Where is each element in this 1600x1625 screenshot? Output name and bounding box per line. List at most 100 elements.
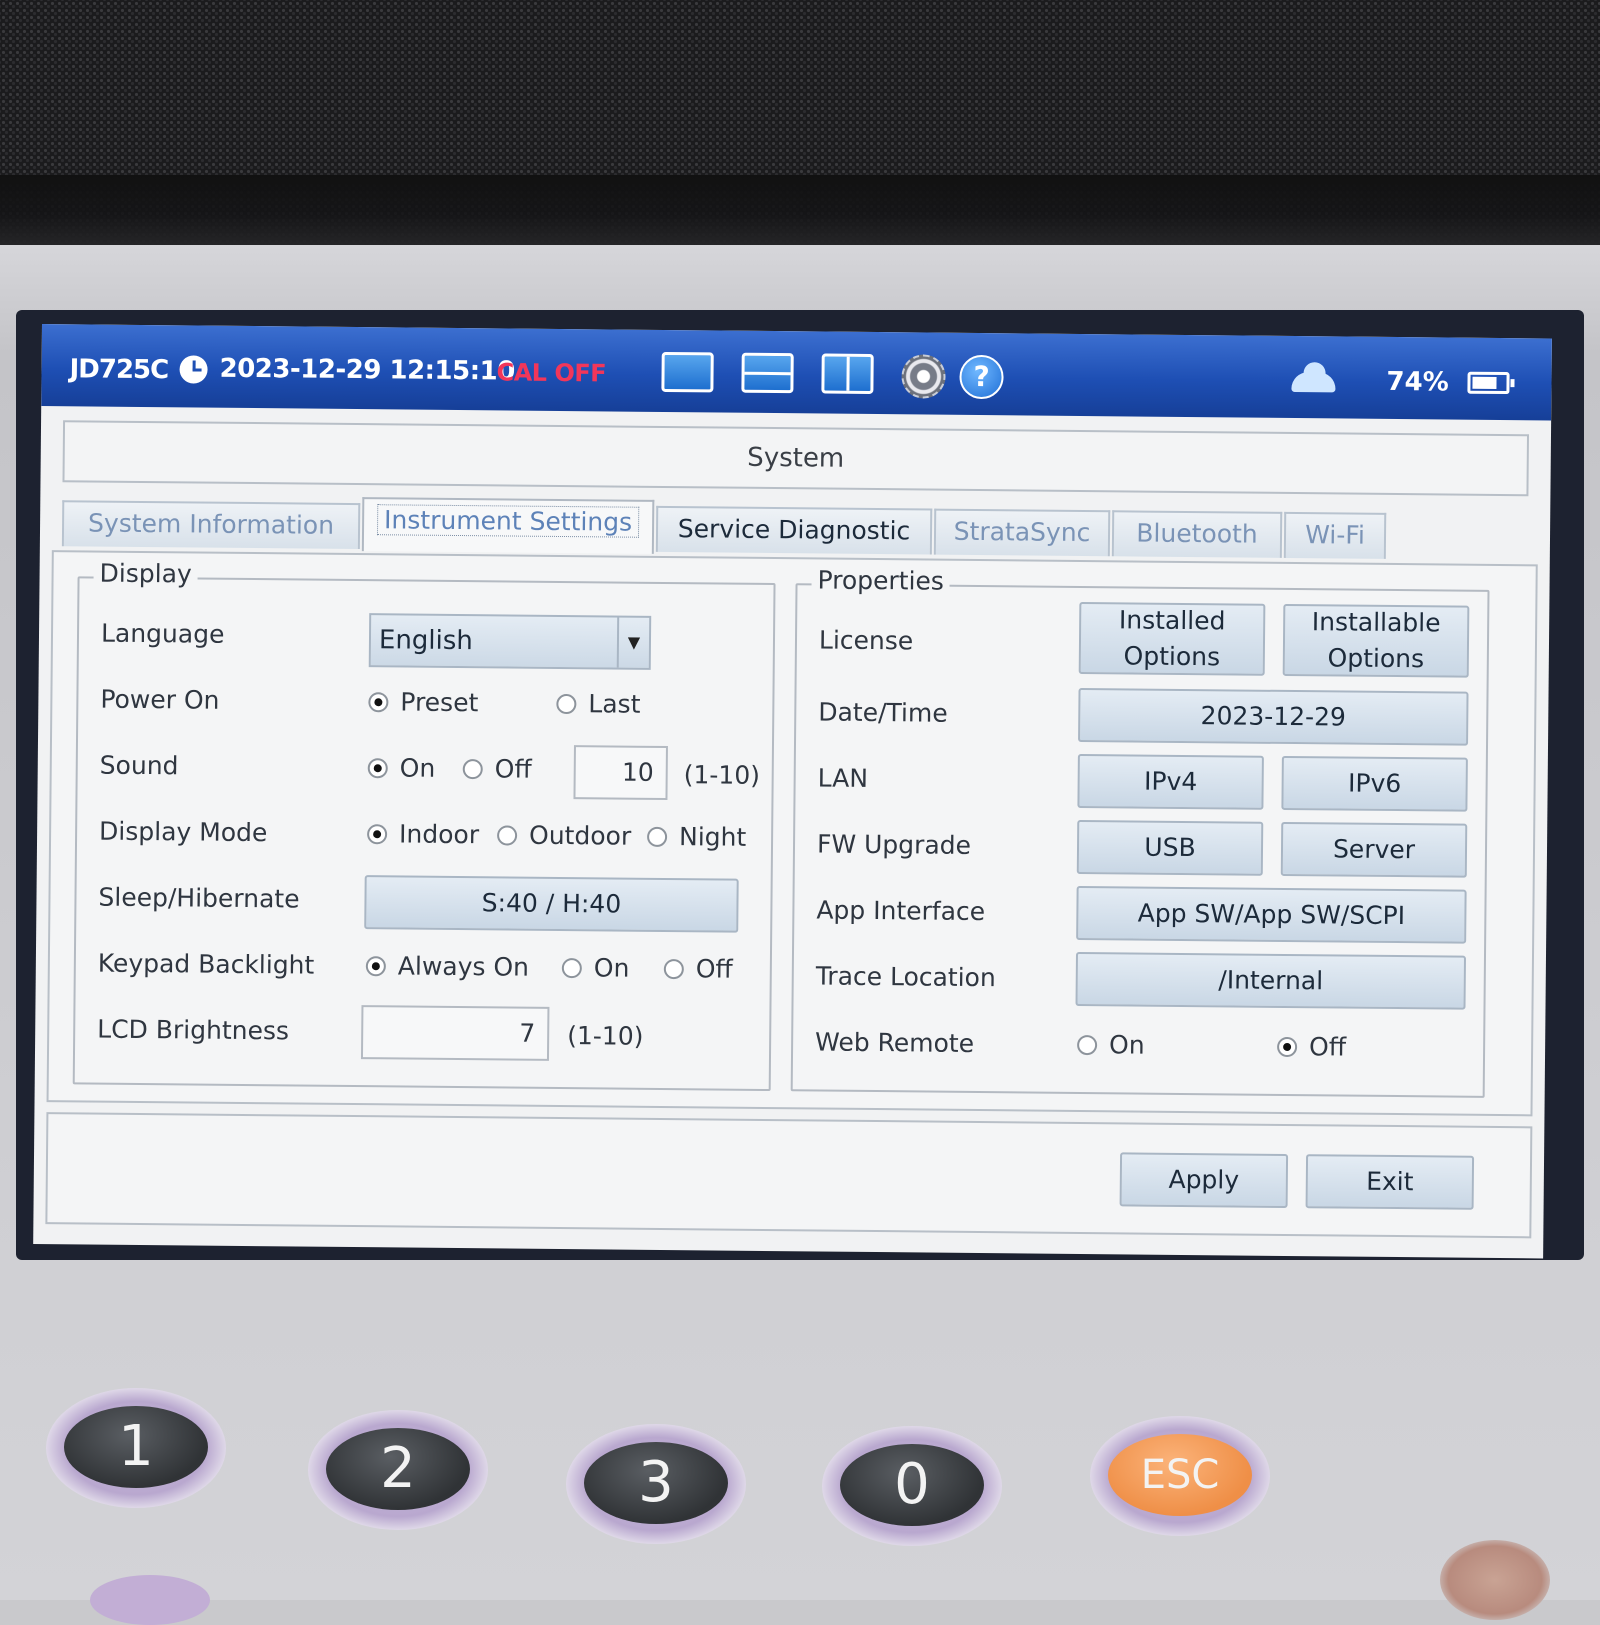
properties-group: Properties License Installed Options Ins… bbox=[790, 565, 1490, 1098]
sound-off-radio[interactable]: Off bbox=[462, 754, 532, 784]
radio-label: Always On bbox=[397, 951, 530, 982]
exit-button[interactable]: Exit bbox=[1305, 1154, 1475, 1210]
clock-icon bbox=[179, 355, 208, 384]
radio-label: Indoor bbox=[398, 819, 480, 850]
gear-icon[interactable] bbox=[901, 354, 946, 399]
model-name: JD725C bbox=[69, 354, 169, 386]
language-value: English bbox=[378, 625, 474, 657]
web-remote-on-radio[interactable]: On bbox=[1077, 1030, 1145, 1060]
key-1-label: 1 bbox=[64, 1406, 208, 1488]
display-mode-outdoor-radio[interactable]: Outdoor bbox=[497, 820, 632, 851]
ipv6-button[interactable]: IPv6 bbox=[1281, 755, 1468, 812]
footer-bar: Apply Exit bbox=[45, 1112, 1533, 1239]
single-view-icon[interactable] bbox=[661, 351, 714, 393]
keypad-backlight-always-on-radio[interactable]: Always On bbox=[365, 951, 530, 982]
radio-dot bbox=[1077, 1034, 1098, 1056]
esc-key-label: ESC bbox=[1108, 1434, 1252, 1516]
lcd-brightness-range-label: (1-10) bbox=[567, 1021, 644, 1051]
radio-dot bbox=[497, 825, 518, 846]
display-mode-label: Display Mode bbox=[98, 816, 268, 848]
key-0-label: 0 bbox=[840, 1444, 984, 1526]
radio-dot bbox=[367, 758, 388, 779]
tab-wi-fi[interactable]: Wi-Fi bbox=[1283, 511, 1387, 559]
sleep-hibernate-label: Sleep/Hibernate bbox=[98, 882, 300, 914]
keypad-backlight-off-radio[interactable]: Off bbox=[663, 954, 733, 984]
trace-location-button[interactable]: /Internal bbox=[1075, 951, 1467, 1010]
display-mode-indoor-radio[interactable]: Indoor bbox=[367, 819, 479, 849]
tab-label: Wi-Fi bbox=[1305, 520, 1366, 550]
esc-key[interactable]: ESC bbox=[1090, 1416, 1270, 1536]
tab-system-information[interactable]: System Information bbox=[61, 500, 361, 550]
battery-fill bbox=[1472, 376, 1497, 389]
case-shadow bbox=[0, 175, 1600, 255]
key-2-label: 2 bbox=[326, 1428, 470, 1510]
radio-dot bbox=[365, 956, 386, 977]
tab-label: Bluetooth bbox=[1136, 518, 1258, 549]
radio-label: Last bbox=[588, 689, 641, 719]
tab-label: Service Diagnostic bbox=[677, 514, 911, 546]
settings-panel: Display Language English ▼ Power On Pres… bbox=[46, 550, 1538, 1117]
chevron-down-icon[interactable]: ▼ bbox=[616, 617, 650, 668]
radio-dot bbox=[1277, 1036, 1298, 1058]
installable-options-button[interactable]: Installable Options bbox=[1282, 603, 1470, 678]
page-title: System bbox=[62, 420, 1530, 497]
display-legend: Display bbox=[93, 558, 198, 589]
vertical-split-icon[interactable] bbox=[821, 353, 874, 394]
cloud-icon bbox=[1291, 371, 1336, 393]
lcd-brightness-label: LCD Brightness bbox=[97, 1014, 290, 1046]
power-on-preset-radio[interactable]: Preset bbox=[368, 687, 478, 717]
display-group: Display Language English ▼ Power On Pres… bbox=[72, 558, 776, 1092]
trace-location-label: Trace Location bbox=[815, 961, 996, 993]
tab-label: StrataSync bbox=[953, 516, 1091, 548]
side-knob bbox=[1440, 1540, 1550, 1620]
radio-dot bbox=[462, 759, 483, 780]
radio-label: Off bbox=[695, 954, 733, 984]
installed-options-button[interactable]: Installed Options bbox=[1078, 601, 1266, 676]
tab-service-diagnostic[interactable]: Service Diagnostic bbox=[655, 505, 933, 555]
display-mode-night-radio[interactable]: Night bbox=[647, 822, 746, 852]
help-icon[interactable]: ? bbox=[959, 354, 1004, 400]
cal-status: CAL OFF bbox=[496, 358, 607, 388]
battery-percent: 74% bbox=[1386, 366, 1449, 398]
radio-label: On bbox=[399, 753, 436, 783]
key-3[interactable]: 3 bbox=[566, 1424, 746, 1544]
usb-button[interactable]: USB bbox=[1076, 819, 1264, 876]
radio-label: Off bbox=[1308, 1032, 1347, 1062]
radio-label: Night bbox=[678, 822, 747, 852]
radio-dot bbox=[367, 824, 388, 845]
lan-label: LAN bbox=[817, 763, 869, 793]
ipv4-button[interactable]: IPv4 bbox=[1077, 753, 1264, 810]
keypad-backlight-label: Keypad Backlight bbox=[97, 948, 315, 980]
fw-upgrade-label: FW Upgrade bbox=[816, 829, 972, 860]
power-on-label: Power On bbox=[100, 684, 220, 715]
radio-dot bbox=[663, 958, 684, 980]
power-on-last-radio[interactable]: Last bbox=[556, 689, 641, 719]
lcd-brightness-field[interactable]: 7 bbox=[360, 1005, 550, 1061]
properties-legend: Properties bbox=[811, 565, 951, 596]
radio-label: Outdoor bbox=[528, 820, 632, 851]
tab-stratasync[interactable]: StrataSync bbox=[933, 508, 1111, 557]
date-time-button[interactable]: 2023-12-29 bbox=[1078, 687, 1469, 746]
sound-volume-field[interactable]: 10 bbox=[573, 745, 668, 801]
battery-icon bbox=[1467, 371, 1510, 395]
radio-label: On bbox=[1108, 1030, 1145, 1060]
sound-range-label: (1-10) bbox=[683, 760, 761, 790]
horizontal-split-icon[interactable] bbox=[741, 352, 794, 394]
tab-instrument-settings[interactable]: Instrument Settings bbox=[361, 497, 655, 554]
language-dropdown[interactable]: English ▼ bbox=[368, 613, 652, 670]
apply-button[interactable]: Apply bbox=[1119, 1152, 1289, 1208]
radio-dot bbox=[647, 826, 668, 848]
radio-label: On bbox=[593, 953, 630, 983]
key-2[interactable]: 2 bbox=[308, 1410, 488, 1530]
server-button[interactable]: Server bbox=[1280, 821, 1468, 878]
key-1[interactable]: 1 bbox=[46, 1388, 226, 1508]
key-3-label: 3 bbox=[584, 1442, 728, 1524]
web-remote-off-radio[interactable]: Off bbox=[1277, 1032, 1346, 1062]
radio-dot bbox=[561, 958, 582, 979]
app-interface-button[interactable]: App SW/App SW/SCPI bbox=[1076, 885, 1467, 944]
sleep-hibernate-button[interactable]: S:40 / H:40 bbox=[364, 875, 739, 933]
keypad-backlight-on-radio[interactable]: On bbox=[561, 953, 630, 983]
sound-on-radio[interactable]: On bbox=[367, 753, 436, 783]
key-0[interactable]: 0 bbox=[822, 1426, 1002, 1546]
tab-bluetooth[interactable]: Bluetooth bbox=[1111, 510, 1283, 558]
